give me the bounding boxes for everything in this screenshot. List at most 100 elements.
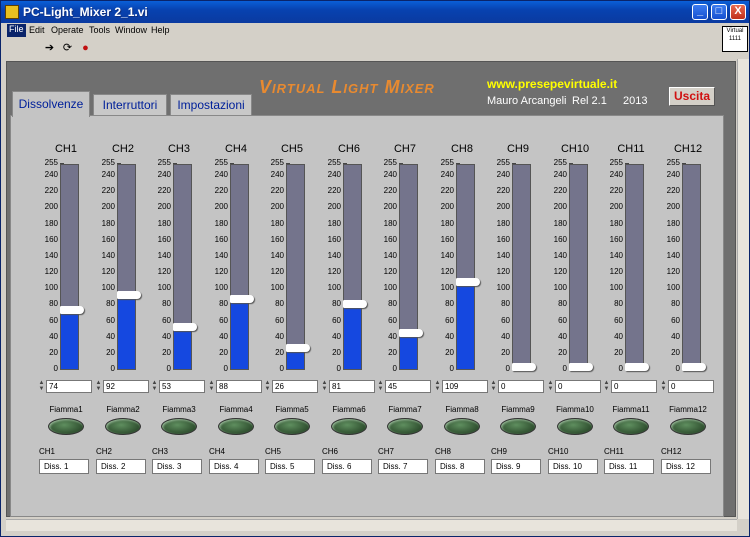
run-arrow-icon[interactable]: ➔: [41, 40, 58, 57]
scale-tick-label: 255: [254, 158, 290, 167]
maximize-button[interactable]: □: [711, 4, 727, 20]
flame-toggle-led[interactable]: [613, 418, 649, 435]
dissolve-name-field[interactable]: Diss. 8: [435, 459, 485, 474]
tab-dissolvenze[interactable]: Dissolvenze: [12, 91, 90, 117]
numeric-spinner[interactable]: ▲ ▼: [38, 380, 45, 393]
slider-thumb[interactable]: [569, 363, 593, 371]
channel-value-field[interactable]: 0: [498, 380, 544, 393]
dissolve-name-field[interactable]: Diss. 9: [491, 459, 541, 474]
numeric-spinner[interactable]: ▲ ▼: [208, 380, 215, 393]
channel-slider[interactable]: [512, 164, 536, 371]
numeric-spinner[interactable]: ▲ ▼: [321, 380, 328, 393]
dissolve-name-field[interactable]: Diss. 4: [209, 459, 259, 474]
slider-thumb[interactable]: [512, 363, 536, 371]
slider-thumb[interactable]: [60, 306, 84, 314]
menu-file[interactable]: File: [7, 24, 26, 37]
slider-thumb[interactable]: [456, 278, 480, 286]
slider-thumb[interactable]: [343, 300, 367, 308]
tab-interruttori[interactable]: Interruttori: [93, 94, 167, 116]
channel-value-field[interactable]: 109: [442, 380, 488, 393]
dissolve-name-field[interactable]: Diss. 10: [548, 459, 598, 474]
abort-icon[interactable]: ●: [77, 40, 94, 57]
tab-impostazioni[interactable]: Impostazioni: [170, 94, 252, 116]
slider-thumb[interactable]: [625, 363, 649, 371]
slider-thumb[interactable]: [399, 329, 423, 337]
scale-tick-label: 100: [424, 283, 460, 292]
menu-window[interactable]: Window: [115, 25, 147, 35]
numeric-spinner[interactable]: ▲ ▼: [547, 380, 554, 393]
numeric-spinner[interactable]: ▲ ▼: [377, 380, 384, 393]
channel-value-field[interactable]: 45: [385, 380, 431, 393]
flame-toggle-led[interactable]: [161, 418, 197, 435]
scale-tick-label: 0: [537, 364, 573, 373]
dissolve-name-field[interactable]: Diss. 1: [39, 459, 89, 474]
scale-tick-label: 140: [254, 251, 290, 260]
numeric-spinner[interactable]: ▲ ▼: [95, 380, 102, 393]
channel-value-field[interactable]: 74: [46, 380, 92, 393]
numeric-spinner[interactable]: ▲ ▼: [264, 380, 271, 393]
channel-slider[interactable]: [399, 164, 423, 370]
channel-slider[interactable]: [230, 164, 254, 370]
dissolve-name-field[interactable]: Diss. 6: [322, 459, 372, 474]
minimize-button[interactable]: _: [692, 4, 708, 20]
dissolve-name-field[interactable]: Diss. 3: [152, 459, 202, 474]
flame-toggle-led[interactable]: [331, 418, 367, 435]
slider-thumb[interactable]: [230, 295, 254, 303]
flame-toggle-led[interactable]: [500, 418, 536, 435]
scale-tick-label: 120: [480, 267, 516, 276]
channel-slider[interactable]: [60, 164, 84, 370]
channel-slider[interactable]: [682, 164, 706, 371]
channel-slider[interactable]: [456, 164, 480, 370]
channel-value-field[interactable]: 53: [159, 380, 205, 393]
flame-toggle-led[interactable]: [444, 418, 480, 435]
menu-tools[interactable]: Tools: [89, 25, 110, 35]
channel-value-field[interactable]: 81: [329, 380, 375, 393]
channel-value-field[interactable]: 26: [272, 380, 318, 393]
numeric-spinner[interactable]: ▲ ▼: [660, 380, 667, 393]
title-bar[interactable]: PC-Light_Mixer 2_1.vi _ □ X: [1, 1, 749, 23]
channel-value-field[interactable]: 92: [103, 380, 149, 393]
channel-value-field[interactable]: 0: [668, 380, 714, 393]
menu-edit[interactable]: Edit: [29, 25, 45, 35]
channel-slider[interactable]: [625, 164, 649, 371]
channel-value-field[interactable]: 0: [611, 380, 657, 393]
flame-toggle-led[interactable]: [274, 418, 310, 435]
numeric-spinner[interactable]: ▲ ▼: [434, 380, 441, 393]
dissolve-name-field[interactable]: Diss. 11: [604, 459, 654, 474]
channel-value-field[interactable]: 0: [555, 380, 601, 393]
flame-toggle-led[interactable]: [387, 418, 423, 435]
slider-thumb[interactable]: [682, 363, 706, 371]
flame-toggle-led[interactable]: [105, 418, 141, 435]
vertical-scrollbar[interactable]: [737, 59, 749, 519]
horizontal-scrollbar[interactable]: [6, 519, 737, 531]
scale-tick-label: 80: [85, 299, 121, 308]
channel-slider[interactable]: [117, 164, 141, 370]
channel-slider[interactable]: [569, 164, 593, 371]
flame-toggle-led[interactable]: [218, 418, 254, 435]
channel-value-field[interactable]: 88: [216, 380, 262, 393]
dissolve-name-field[interactable]: Diss. 7: [378, 459, 428, 474]
slider-thumb[interactable]: [117, 291, 141, 299]
scale-tick-label: 180: [480, 219, 516, 228]
flame-toggle-led[interactable]: [48, 418, 84, 435]
dissolve-name-field[interactable]: Diss. 5: [265, 459, 315, 474]
numeric-spinner[interactable]: ▲ ▼: [603, 380, 610, 393]
slider-thumb[interactable]: [173, 323, 197, 331]
dissolve-name-field[interactable]: Diss. 12: [661, 459, 711, 474]
flame-toggle-led[interactable]: [557, 418, 593, 435]
dissolve-name-field[interactable]: Diss. 2: [96, 459, 146, 474]
menu-operate[interactable]: Operate: [51, 25, 84, 35]
channel-slider[interactable]: [286, 164, 310, 370]
menu-help[interactable]: Help: [151, 25, 170, 35]
flame-toggle-led[interactable]: [670, 418, 706, 435]
exit-button[interactable]: Uscita: [669, 87, 715, 106]
scale-tick-label: 160: [480, 235, 516, 244]
channel-slider[interactable]: [343, 164, 367, 370]
run-continuous-icon[interactable]: ⟳: [59, 40, 76, 57]
numeric-spinner[interactable]: ▲ ▼: [151, 380, 158, 393]
numeric-spinner[interactable]: ▲ ▼: [490, 380, 497, 393]
channel-slider[interactable]: [173, 164, 197, 370]
slider-thumb[interactable]: [286, 344, 310, 352]
scale-tick-label: 160: [85, 235, 121, 244]
close-button[interactable]: X: [730, 4, 746, 20]
